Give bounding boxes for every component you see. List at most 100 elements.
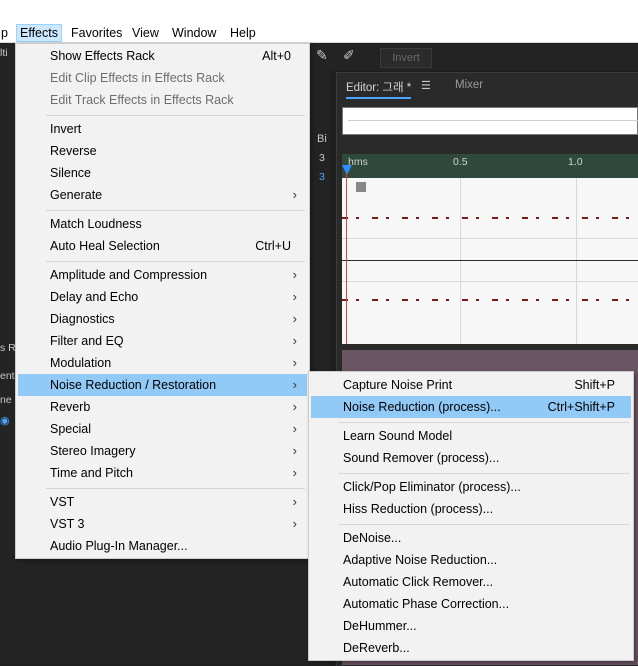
noise-reduction-submenu: Capture Noise Print Shift+P Noise Reductio… [308,371,634,661]
menu-item-label: DeHummer... [343,619,417,633]
overview-waveform-line [348,120,638,121]
menu-item-label: Special [50,422,91,436]
waveform-display[interactable] [342,178,638,344]
menu-item-label: Stereo Imagery [50,444,136,458]
menu-item-label: Time and Pitch [50,466,133,480]
menu-item-modulation[interactable]: Modulation › [18,352,307,374]
menu-item-label: DeReverb... [343,641,410,655]
menu-item-label: Auto Heal Selection [50,239,160,253]
menu-item-learn-sound-model[interactable]: Learn Sound Model [311,425,631,447]
menu-item-capture-noise-print[interactable]: Capture Noise Print Shift+P [311,374,631,396]
menu-item-automatic-phase-correction[interactable]: Automatic Phase Correction... [311,593,631,615]
brush-tool-icon[interactable]: ✎ [316,47,328,64]
menu-item-label: Diagnostics [50,312,115,326]
tab-editor[interactable]: Editor: 그래 * [346,79,412,99]
left-fragment-text: ent [0,370,15,382]
menu-item-invert[interactable]: Invert [18,118,307,140]
submenu-arrow-icon: › [292,267,297,282]
left-fragment-text: lti [0,47,8,59]
submenu-arrow-icon: › [292,377,297,392]
time-ruler[interactable] [342,154,638,178]
ruler-tick-label: 1.0 [568,156,583,168]
fade-handle-icon[interactable] [356,182,366,192]
waveform-overview[interactable] [342,107,638,135]
menu-item-edit-clip-effects-in-effects-rack[interactable]: Edit Clip Effects in Effects Rack [18,67,307,89]
menu-item-noise-reduction-process[interactable]: Noise Reduction (process)... Ctrl+Shift+P [311,396,631,418]
menu-item-shortcut: Ctrl+U [255,239,291,253]
menu-item-reverb[interactable]: Reverb › [18,396,307,418]
menu-item-shortcut: Shift+P [574,378,615,392]
menu-help[interactable]: Help [230,24,256,42]
grid-line [576,178,577,344]
menu-item-label: Automatic Phase Correction... [343,597,510,611]
menu-item-hiss-reduction-process[interactable]: Hiss Reduction (process)... [311,498,631,520]
menu-item-label: Amplitude and Compression [50,268,208,282]
menu-view[interactable]: View [132,24,159,42]
menu-item-reverse[interactable]: Reverse [18,140,307,162]
menu-item-stereo-imagery[interactable]: Stereo Imagery › [18,440,307,462]
grid-line [460,178,461,344]
menu-item-adaptive-noise-reduction[interactable]: Adaptive Noise Reduction... [311,549,631,571]
menu-item-label: Delay and Echo [50,290,139,304]
menu-separator [46,210,305,211]
menu-item-generate[interactable]: Generate › [18,184,307,206]
menu-item-label: Silence [50,166,91,180]
menu-item-label: DeNoise... [343,531,402,545]
submenu-arrow-icon: › [292,516,297,531]
submenu-arrow-icon: › [292,494,297,509]
effects-menu: Show Effects Rack Alt+0 Edit Clip Effects … [15,43,310,559]
menu-item-label: Noise Reduction / Restoration [50,378,217,392]
playhead-line [346,172,347,344]
menu-window[interactable]: Window [172,24,216,42]
menu-item-delay-and-echo[interactable]: Delay and Echo › [18,286,307,308]
menu-item-shortcut: Ctrl+Shift+P [547,400,615,414]
menu-item-diagnostics[interactable]: Diagnostics › [18,308,307,330]
menu-bar: p Effects Favorites View Window Help [0,0,638,43]
menu-item-dereverb[interactable]: DeReverb... [311,637,631,659]
tab-mixer[interactable]: Mixer [455,79,483,91]
menu-item-click-pop-eliminator-process[interactable]: Click/Pop Eliminator (process)... [311,476,631,498]
menu-item-noise-reduction-restoration[interactable]: Noise Reduction / Restoration › [18,374,307,396]
menu-item-edit-track-effects-in-effects-rack[interactable]: Edit Track Effects in Effects Rack [18,89,307,111]
menu-separator [339,524,629,525]
radio-icon[interactable]: ◉ [0,414,10,427]
menu-item-label: Edit Track Effects in Effects Rack [50,93,234,107]
menu-separator [46,261,305,262]
invert-button[interactable]: Invert [380,48,432,68]
channel-divider [342,260,638,261]
submenu-arrow-icon: › [292,465,297,480]
menu-item-show-effects-rack[interactable]: Show Effects Rack Alt+0 [18,45,307,67]
menu-item-special[interactable]: Special › [18,418,307,440]
menu-item-silence[interactable]: Silence [18,162,307,184]
menu-item-vst[interactable]: VST › [18,491,307,513]
menu-item-amplitude-and-compression[interactable]: Amplitude and Compression › [18,264,307,286]
menu-item-audio-plug-in-manager[interactable]: Audio Plug-In Manager... [18,535,307,557]
menu-tools-fragment[interactable]: p [1,24,8,42]
menu-item-label: Edit Clip Effects in Effects Rack [50,71,225,85]
menu-item-sound-remover-process[interactable]: Sound Remover (process)... [311,447,631,469]
menu-separator [339,422,629,423]
menu-item-shortcut: Alt+0 [262,49,291,63]
menu-separator [339,473,629,474]
menu-item-dehummer[interactable]: DeHummer... [311,615,631,637]
menu-item-automatic-click-remover[interactable]: Automatic Click Remover... [311,571,631,593]
menu-item-vst-3[interactable]: VST 3 › [18,513,307,535]
spot-healing-icon[interactable]: ✐ [343,47,355,64]
menu-item-label: Invert [50,122,82,136]
submenu-arrow-icon: › [292,443,297,458]
menu-item-filter-and-eq[interactable]: Filter and EQ › [18,330,307,352]
menu-effects[interactable]: Effects [16,24,62,42]
menu-item-denoise[interactable]: DeNoise... [311,527,631,549]
column-fragment-number: 3 [319,152,325,164]
menu-item-match-loudness[interactable]: Match Loudness [18,213,307,235]
grid-line [342,281,638,282]
menu-item-time-and-pitch[interactable]: Time and Pitch › [18,462,307,484]
panel-menu-icon[interactable]: ☰ [421,79,431,92]
menu-item-auto-heal-selection[interactable]: Auto Heal Selection Ctrl+U [18,235,307,257]
submenu-arrow-icon: › [292,333,297,348]
menu-item-label: Hiss Reduction (process)... [343,502,494,516]
submenu-arrow-icon: › [292,289,297,304]
playhead-marker-icon[interactable] [342,165,352,175]
menu-favorites[interactable]: Favorites [71,24,122,42]
column-fragment-bi: Bi [317,133,327,145]
